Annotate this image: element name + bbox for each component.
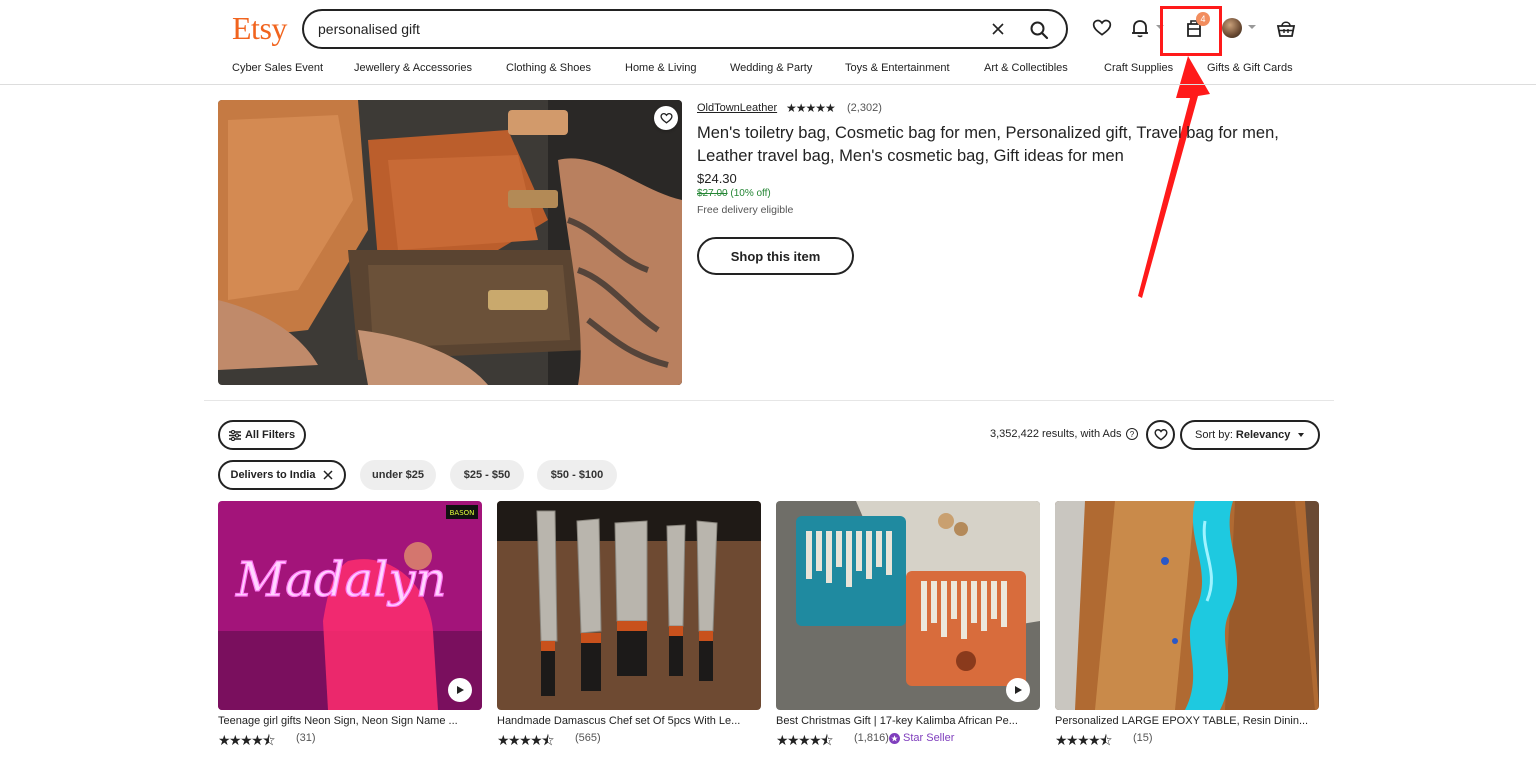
remove-chip-close-icon[interactable] xyxy=(323,470,334,480)
listing-review-count: (31) xyxy=(296,732,316,744)
section-divider xyxy=(204,400,1334,401)
listing-rating-stars: ★★★★⯪ xyxy=(776,732,833,748)
shop-this-item-button[interactable]: Shop this item xyxy=(697,237,854,275)
sort-value: Relevancy xyxy=(1235,429,1291,441)
nav-item-craft[interactable]: Craft Supplies xyxy=(1104,62,1173,74)
listing-image-epoxy-table[interactable] xyxy=(1055,501,1319,710)
featured-title[interactable]: Men's toiletry bag, Cosmetic bag for men… xyxy=(697,122,1337,168)
sort-label: Sort by: xyxy=(1195,429,1233,441)
star-seller-icon xyxy=(889,732,900,744)
listing-image-kalimba[interactable] xyxy=(776,501,1040,710)
chip-25-50[interactable]: $25 - $50 xyxy=(450,460,524,490)
featured-seller-link[interactable]: OldTownLeather xyxy=(697,102,777,114)
chip-under-25[interactable]: under $25 xyxy=(360,460,436,490)
featured-price: $24.30 xyxy=(697,171,737,186)
listing-rating-stars: ★★★★⯪ xyxy=(497,732,554,748)
listing-title[interactable]: Best Christmas Gift | 17-key Kalimba Afr… xyxy=(776,715,1040,727)
listing-image-neon-sign[interactable]: Madalyn BASON xyxy=(218,501,482,710)
ads-info-icon[interactable]: ? xyxy=(1126,428,1138,440)
chip-delivers-to-india[interactable]: Delivers to India xyxy=(218,460,346,490)
nav-item-wedding[interactable]: Wedding & Party xyxy=(730,62,812,74)
cart-basket-icon[interactable] xyxy=(1272,14,1300,42)
brand-tag-text: BASON xyxy=(450,509,475,517)
notifications-bell-icon[interactable] xyxy=(1126,14,1154,42)
listing-rating-stars: ★★★★⯪ xyxy=(218,732,275,748)
annotation-highlight-box xyxy=(1160,6,1222,56)
all-filters-label: All Filters xyxy=(244,429,296,441)
chip-label: Delivers to India xyxy=(230,469,316,481)
favorites-heart-icon[interactable] xyxy=(1088,14,1116,42)
search-bar xyxy=(302,9,1068,49)
header-divider xyxy=(0,84,1536,85)
search-input[interactable] xyxy=(318,11,958,47)
listing-image-knife-set[interactable] xyxy=(497,501,761,710)
neon-sign-text: Madalyn xyxy=(235,552,447,608)
nav-item-jewellery[interactable]: Jewellery & Accessories xyxy=(354,62,472,74)
nav-item-cyber-sales[interactable]: Cyber Sales Event xyxy=(232,62,323,74)
results-count: 3,352,422 results, with Ads xyxy=(990,428,1122,440)
featured-original-price: $27.00 (10% off) xyxy=(697,188,771,199)
featured-review-count: (2,302) xyxy=(847,102,882,114)
avatar[interactable] xyxy=(1222,18,1242,38)
listing-rating-stars: ★★★★⯪ xyxy=(1055,732,1112,748)
featured-rating-stars: ★★★★★ xyxy=(786,101,836,115)
featured-product-image[interactable] xyxy=(218,100,682,385)
account-caret-icon[interactable] xyxy=(1248,25,1256,29)
nav-item-home[interactable]: Home & Living xyxy=(625,62,697,74)
search-icon[interactable] xyxy=(1024,15,1054,45)
listing-title[interactable]: Personalized LARGE EPOXY TABLE, Resin Di… xyxy=(1055,715,1319,727)
listing-review-count: (15) xyxy=(1133,732,1153,744)
nav-item-art[interactable]: Art & Collectibles xyxy=(984,62,1068,74)
all-filters-button[interactable]: All Filters xyxy=(218,420,306,450)
chip-50-100[interactable]: $50 - $100 xyxy=(537,460,617,490)
etsy-logo[interactable]: Etsy xyxy=(232,10,287,47)
sort-caret-icon xyxy=(1298,433,1305,437)
nav-item-clothing[interactable]: Clothing & Shoes xyxy=(506,62,591,74)
nav-item-gifts[interactable]: Gifts & Gift Cards xyxy=(1207,62,1293,74)
filter-sliders-icon xyxy=(228,429,241,441)
featured-delivery-note: Free delivery eligible xyxy=(697,204,794,216)
listing-title[interactable]: Handmade Damascus Chef set Of 5pcs With … xyxy=(497,715,761,727)
annotation-arrow-icon xyxy=(1138,56,1210,298)
nav-item-toys[interactable]: Toys & Entertainment xyxy=(845,62,950,74)
save-search-heart-icon[interactable] xyxy=(1146,420,1175,449)
listing-title[interactable]: Teenage girl gifts Neon Sign, Neon Sign … xyxy=(218,715,482,727)
featured-favorite-heart-icon[interactable] xyxy=(654,106,678,130)
star-seller-label: Star Seller xyxy=(903,732,955,744)
listing-review-count: (1,816) xyxy=(854,732,889,744)
clear-search-icon[interactable] xyxy=(986,17,1010,41)
listing-review-count: (565) xyxy=(575,732,601,744)
sort-dropdown[interactable]: Sort by: Relevancy xyxy=(1180,420,1320,450)
play-video-icon[interactable] xyxy=(1006,678,1030,702)
play-video-icon[interactable] xyxy=(448,678,472,702)
star-seller-badge: Star Seller xyxy=(889,732,954,744)
